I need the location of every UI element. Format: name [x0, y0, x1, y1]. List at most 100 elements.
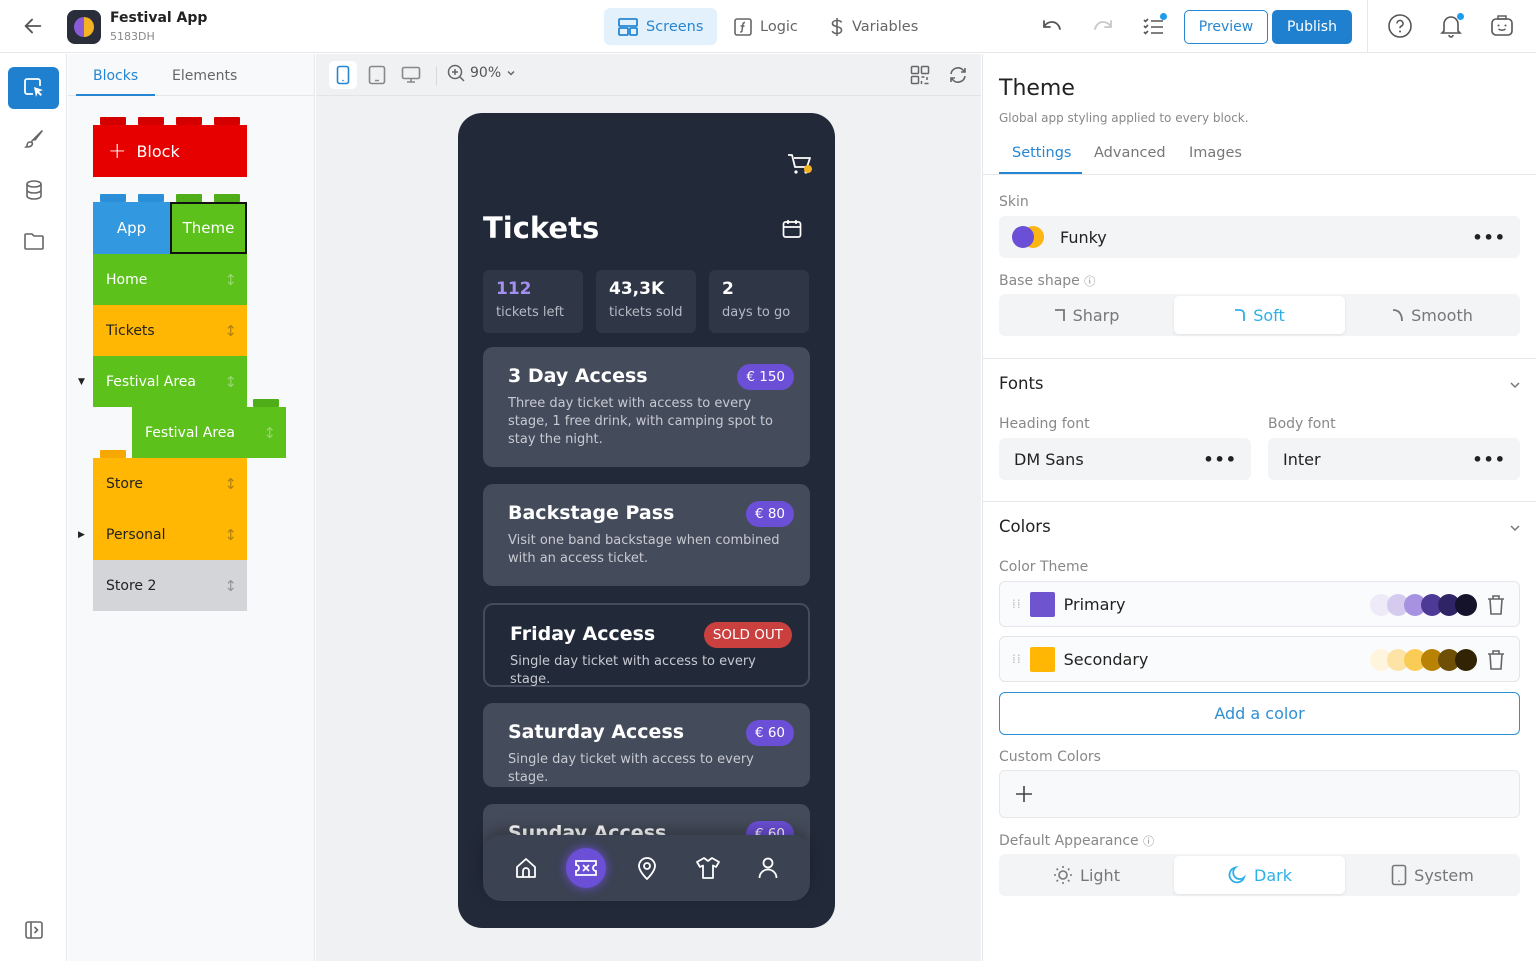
screen-block[interactable]: Store ↕	[93, 458, 247, 509]
plus-icon: +	[108, 138, 127, 164]
tab-tickets[interactable]	[566, 848, 606, 888]
device-tablet-button[interactable]	[363, 61, 391, 89]
more-options-icon[interactable]: •••	[1472, 450, 1506, 469]
drag-handle-icon[interactable]: ⁞⁞	[1012, 653, 1022, 665]
undo-button[interactable]	[1039, 14, 1065, 40]
color-swatch[interactable]	[1029, 591, 1055, 617]
nav-tab-label: Screens	[646, 18, 704, 35]
color-shades	[1370, 594, 1477, 616]
lego-stud	[214, 194, 240, 202]
ticket-card[interactable]: Saturday Access Single day ticket with a…	[483, 703, 810, 787]
tab-advanced[interactable]: Advanced	[1094, 145, 1166, 161]
expand-panel-button[interactable]	[8, 909, 59, 951]
tab-home[interactable]	[506, 848, 546, 888]
caret-down-icon[interactable]: ▼	[78, 377, 85, 387]
lego-stud	[214, 117, 240, 125]
body-font-select[interactable]: Inter •••	[1268, 438, 1520, 480]
folder-icon	[23, 233, 44, 250]
add-block-button[interactable]: + Block	[93, 125, 247, 177]
publish-button[interactable]: Publish	[1272, 10, 1352, 44]
drag-handle-icon[interactable]: ↕	[224, 271, 237, 289]
screen-block[interactable]: Store 2 ↕	[93, 560, 247, 611]
body-font-label: Body font	[1268, 416, 1336, 432]
shape-sharp-option[interactable]: Sharp	[1001, 296, 1172, 334]
appearance-dark-option[interactable]: Dark	[1174, 856, 1345, 894]
appearance-light-option[interactable]: Light	[1001, 856, 1172, 894]
preview-button[interactable]: Preview	[1184, 10, 1268, 44]
qr-code-button[interactable]	[906, 61, 934, 89]
back-button[interactable]	[22, 15, 44, 37]
cart-button[interactable]	[787, 153, 813, 177]
help-button[interactable]	[1387, 13, 1413, 39]
trash-icon[interactable]	[1487, 594, 1505, 616]
refresh-button[interactable]	[944, 61, 972, 89]
shape-smooth-option[interactable]: Smooth	[1347, 296, 1518, 334]
drag-handle-icon[interactable]: ↕	[224, 373, 237, 391]
screen-block[interactable]: Home ↕	[93, 254, 247, 305]
more-options-icon[interactable]: •••	[1472, 228, 1506, 247]
block-app[interactable]: App	[93, 202, 170, 254]
calendar-button[interactable]	[781, 218, 803, 240]
ticket-card[interactable]: 3 Day Access Three day ticket with acces…	[483, 347, 810, 467]
appearance-system-option[interactable]: System	[1347, 856, 1518, 894]
tablet-icon	[368, 65, 386, 85]
color-theme-row[interactable]: ⁞⁞ Primary	[999, 581, 1520, 627]
ticket-card[interactable]: Friday Access Single day ticket with acc…	[483, 603, 810, 687]
smooth-corner-icon	[1393, 309, 1404, 322]
nav-tab-screens[interactable]: Screens	[604, 8, 718, 45]
arrow-left-icon	[24, 18, 42, 34]
rail-design-tool[interactable]	[8, 118, 59, 160]
shape-soft-option[interactable]: Soft	[1174, 296, 1345, 334]
color-swatch[interactable]	[1029, 646, 1055, 672]
nav-tab-variables[interactable]: Variables	[816, 8, 932, 45]
screen-block[interactable]: Tickets ↕	[93, 305, 247, 356]
skin-select[interactable]: Funky •••	[999, 216, 1520, 258]
ticket-card[interactable]: Backstage Pass Visit one band backstage …	[483, 484, 810, 586]
drag-handle-icon[interactable]: ↕	[224, 322, 237, 340]
top-bar: Festival App 5183DH Screens Logic Variab…	[0, 0, 1536, 53]
drag-handle-icon[interactable]: ↕	[224, 475, 237, 493]
skin-value: Funky	[1060, 227, 1107, 247]
tab-profile[interactable]	[748, 848, 788, 888]
screen-block[interactable]: Festival Area ↕	[132, 407, 286, 458]
tab-images[interactable]: Images	[1189, 145, 1242, 161]
rail-data-tool[interactable]	[8, 169, 59, 211]
tab-blocks[interactable]: Blocks	[93, 68, 138, 84]
zoom-select[interactable]: 90%	[447, 64, 516, 82]
rail-select-tool[interactable]	[8, 67, 59, 109]
screen-block[interactable]: Festival Area ↕	[93, 356, 247, 407]
caret-right-icon[interactable]: ▶	[78, 530, 85, 540]
tab-settings[interactable]: Settings	[1012, 145, 1071, 161]
tab-elements[interactable]: Elements	[172, 68, 237, 84]
device-desktop-button[interactable]	[397, 61, 425, 89]
home-icon	[516, 858, 536, 878]
account-button[interactable]	[1489, 13, 1515, 39]
add-custom-color-button[interactable]	[1014, 784, 1034, 804]
screen-block-label: Store	[106, 475, 144, 492]
heading-font-select[interactable]: DM Sans •••	[999, 438, 1251, 480]
nav-tab-logic[interactable]: Logic	[720, 8, 812, 45]
more-options-icon[interactable]: •••	[1203, 450, 1237, 469]
add-color-button[interactable]: Add a color	[999, 692, 1520, 735]
sun-icon	[1054, 866, 1073, 884]
chevron-down-icon[interactable]	[1508, 378, 1522, 392]
add-block-label: Block	[136, 141, 180, 161]
drag-handle-icon[interactable]: ⁞⁞	[1012, 598, 1022, 610]
notifications-button[interactable]	[1438, 13, 1464, 39]
chevron-down-icon[interactable]	[1508, 521, 1522, 535]
block-theme[interactable]: Theme	[170, 202, 247, 254]
drag-handle-icon[interactable]: ↕	[224, 577, 237, 595]
canvas-toolbar: 90%	[316, 54, 981, 96]
color-theme-row[interactable]: ⁞⁞ Secondary	[999, 636, 1520, 682]
drag-handle-icon[interactable]: ↕	[224, 526, 237, 544]
drag-handle-icon[interactable]: ↕	[263, 424, 276, 442]
device-phone-button[interactable]	[329, 61, 357, 89]
lego-stud	[100, 194, 126, 202]
tab-map[interactable]	[627, 848, 667, 888]
rail-files-tool[interactable]	[8, 220, 59, 262]
screen-block[interactable]: Personal ↕	[93, 509, 247, 560]
tab-store[interactable]	[688, 848, 728, 888]
trash-icon[interactable]	[1487, 649, 1505, 671]
redo-button[interactable]	[1090, 14, 1116, 40]
tasks-button[interactable]	[1141, 13, 1167, 39]
